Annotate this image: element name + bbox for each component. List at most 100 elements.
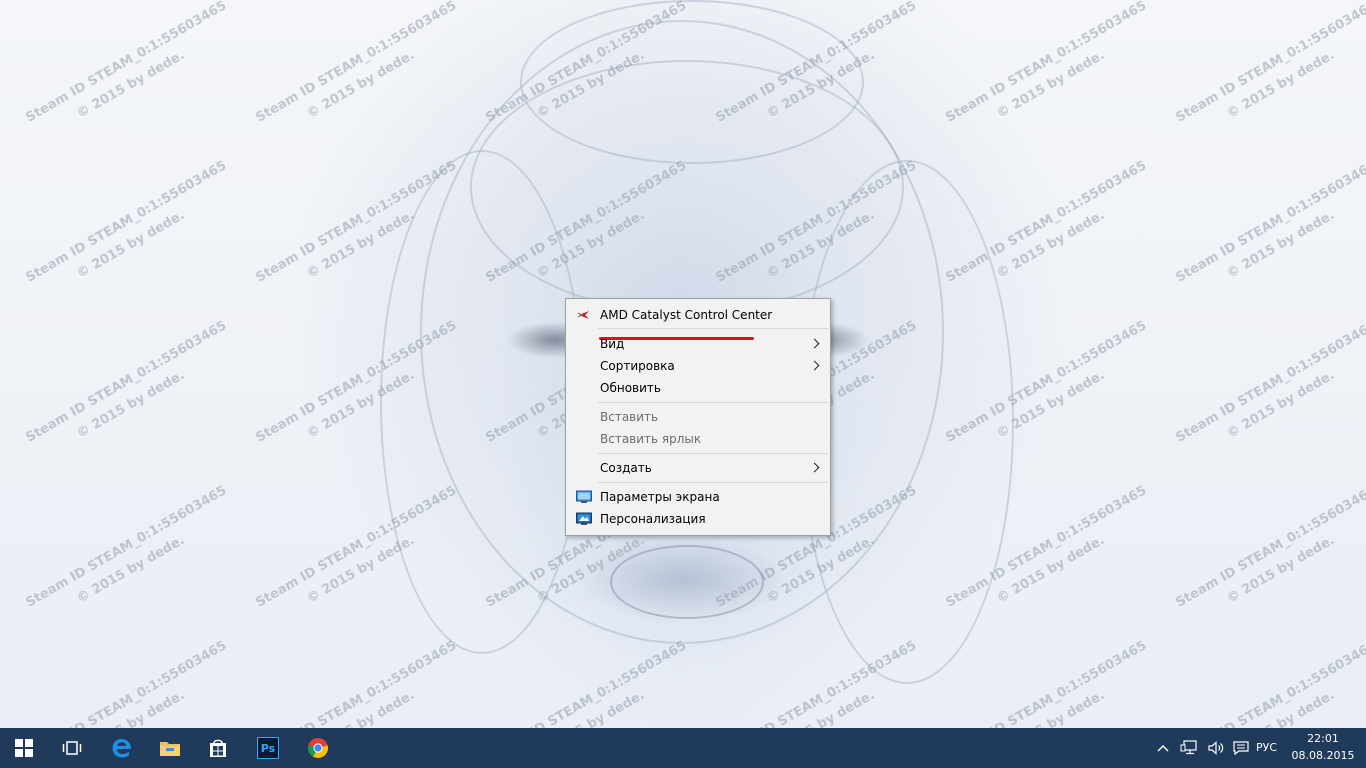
task-view-button[interactable]: [48, 728, 96, 768]
store-taskbar-button[interactable]: [194, 728, 242, 768]
watermark-steam-id: Steam ID STEAM_0:1:55603465: [253, 0, 460, 126]
watermark-copyright: © 2015 by dede.: [1224, 367, 1338, 442]
photoshop-icon: Ps: [257, 737, 279, 759]
wallpaper-watermark: Steam ID STEAM_0:1:55603465© 2015 by ded…: [1172, 636, 1366, 728]
watermark-steam-id: Steam ID STEAM_0:1:55603465: [23, 0, 230, 126]
action-center-tray-button[interactable]: [1228, 728, 1254, 768]
watermark-copyright: © 2015 by dede.: [1224, 687, 1338, 728]
watermark-copyright: © 2015 by dede.: [1224, 532, 1338, 607]
watermark-steam-id: Steam ID STEAM_0:1:55603465: [483, 638, 690, 728]
wallpaper-watermark: Steam ID STEAM_0:1:55603465© 2015 by ded…: [252, 636, 472, 728]
wallpaper-watermark: Steam ID STEAM_0:1:55603465© 2015 by ded…: [22, 316, 242, 469]
watermark-steam-id: Steam ID STEAM_0:1:55603465: [1173, 483, 1366, 611]
input-language-indicator[interactable]: РУС: [1256, 741, 1277, 754]
edge-taskbar-button[interactable]: [98, 728, 146, 768]
chevron-right-icon: [809, 462, 820, 473]
wallpaper-watermark: Steam ID STEAM_0:1:55603465© 2015 by ded…: [942, 636, 1162, 728]
amd-catalyst-icon: [577, 311, 589, 319]
watermark-steam-id: Steam ID STEAM_0:1:55603465: [23, 638, 230, 728]
menu-item-refresh[interactable]: Обновить: [568, 377, 828, 399]
wallpaper-hair: [380, 150, 584, 654]
menu-item-personalization[interactable]: Персонализация: [568, 508, 828, 530]
start-button[interactable]: [0, 728, 48, 768]
watermark-steam-id: Steam ID STEAM_0:1:55603465: [23, 158, 230, 286]
show-hidden-icons-button[interactable]: [1152, 728, 1174, 768]
photoshop-icon-label: Ps: [260, 741, 276, 755]
watermark-copyright: © 2015 by dede.: [994, 47, 1108, 122]
chevron-right-icon: [809, 338, 820, 349]
watermark-copyright: © 2015 by dede.: [994, 687, 1108, 728]
wallpaper-watermark: Steam ID STEAM_0:1:55603465© 2015 by ded…: [22, 156, 242, 309]
chevron-up-icon: [1157, 745, 1169, 752]
menu-separator: [598, 402, 828, 403]
watermark-copyright: © 2015 by dede.: [1224, 47, 1338, 122]
wallpaper-watermark: Steam ID STEAM_0:1:55603465© 2015 by ded…: [482, 636, 702, 728]
start-icon: [15, 739, 33, 757]
menu-item-label: Вид: [600, 337, 625, 351]
file-explorer-taskbar-button[interactable]: [146, 728, 194, 768]
menu-item-label: Параметры экрана: [600, 490, 720, 504]
watermark-copyright: © 2015 by dede.: [304, 687, 418, 728]
wallpaper-watermark: Steam ID STEAM_0:1:55603465© 2015 by ded…: [942, 0, 1162, 148]
watermark-copyright: © 2015 by dede.: [74, 687, 188, 728]
menu-item-label: Персонализация: [600, 512, 706, 526]
watermark-steam-id: Steam ID STEAM_0:1:55603465: [1173, 638, 1366, 728]
store-icon: [210, 739, 226, 757]
menu-separator: [598, 453, 828, 454]
watermark-copyright: © 2015 by dede.: [1224, 207, 1338, 282]
watermark-copyright: © 2015 by dede.: [74, 367, 188, 442]
task-view-icon: [62, 741, 82, 755]
watermark-steam-id: Steam ID STEAM_0:1:55603465: [943, 0, 1150, 126]
watermark-steam-id: Steam ID STEAM_0:1:55603465: [23, 483, 230, 611]
network-icon: [1180, 740, 1197, 755]
clock-time: 22:01: [1307, 732, 1339, 745]
menu-item-amd-catalyst[interactable]: AMD Catalyst Control Center: [568, 304, 828, 326]
wallpaper-watermark: Steam ID STEAM_0:1:55603465© 2015 by ded…: [1172, 0, 1366, 148]
wallpaper-watermark: Steam ID STEAM_0:1:55603465© 2015 by ded…: [252, 0, 472, 148]
menu-item-label: Обновить: [600, 381, 661, 395]
menu-item-display-settings[interactable]: Параметры экрана: [568, 486, 828, 508]
watermark-steam-id: Steam ID STEAM_0:1:55603465: [1173, 318, 1366, 446]
menu-item-label: Вставить: [600, 410, 659, 424]
clock-date: 08.08.2015: [1291, 749, 1355, 762]
wallpaper-lips: [610, 545, 764, 619]
menu-item-view[interactable]: Вид: [568, 333, 828, 355]
wallpaper-hair: [800, 160, 1014, 684]
taskbar-clock[interactable]: 22:01 08.08.2015: [1290, 730, 1356, 764]
chrome-taskbar-button[interactable]: [294, 728, 342, 768]
wallpaper-watermark: Steam ID STEAM_0:1:55603465© 2015 by ded…: [22, 636, 242, 728]
network-tray-button[interactable]: [1176, 728, 1202, 768]
watermark-copyright: © 2015 by dede.: [534, 687, 648, 728]
desktop-context-menu: AMD Catalyst Control Center Вид Сортиров…: [565, 298, 831, 536]
volume-tray-button[interactable]: [1203, 728, 1229, 768]
menu-item-paste-shortcut[interactable]: Вставить ярлык: [568, 428, 828, 450]
wallpaper-watermark: Steam ID STEAM_0:1:55603465© 2015 by ded…: [1172, 316, 1366, 469]
personalization-icon: [576, 512, 592, 525]
wallpaper-watermark: Steam ID STEAM_0:1:55603465© 2015 by ded…: [1172, 156, 1366, 309]
watermark-copyright: © 2015 by dede.: [74, 532, 188, 607]
watermark-steam-id: Steam ID STEAM_0:1:55603465: [253, 638, 460, 728]
taskbar: Ps РУС 22:01 08.08.2015: [0, 728, 1366, 768]
menu-item-new[interactable]: Создать: [568, 457, 828, 479]
photoshop-taskbar-button[interactable]: Ps: [244, 728, 292, 768]
menu-item-label: Создать: [600, 461, 652, 475]
watermark-copyright: © 2015 by dede.: [74, 207, 188, 282]
wallpaper-hair: [520, 0, 864, 164]
volume-icon: [1208, 741, 1224, 755]
menu-separator: [598, 482, 828, 483]
menu-item-sort[interactable]: Сортировка: [568, 355, 828, 377]
watermark-steam-id: Steam ID STEAM_0:1:55603465: [943, 638, 1150, 728]
wallpaper-watermark: Steam ID STEAM_0:1:55603465© 2015 by ded…: [22, 0, 242, 148]
menu-item-label: Вставить ярлык: [600, 432, 702, 446]
menu-item-label: AMD Catalyst Control Center: [600, 308, 773, 322]
watermark-copyright: © 2015 by dede.: [74, 47, 188, 122]
chrome-icon: [307, 738, 329, 758]
watermark-steam-id: Steam ID STEAM_0:1:55603465: [1173, 158, 1366, 286]
display-settings-icon: [576, 490, 592, 503]
watermark-copyright: © 2015 by dede.: [304, 47, 418, 122]
notification-icon: [1233, 741, 1249, 756]
menu-separator: [598, 328, 828, 329]
menu-item-paste[interactable]: Вставить: [568, 406, 828, 428]
wallpaper-watermark: Steam ID STEAM_0:1:55603465© 2015 by ded…: [22, 481, 242, 634]
chevron-right-icon: [809, 360, 820, 371]
